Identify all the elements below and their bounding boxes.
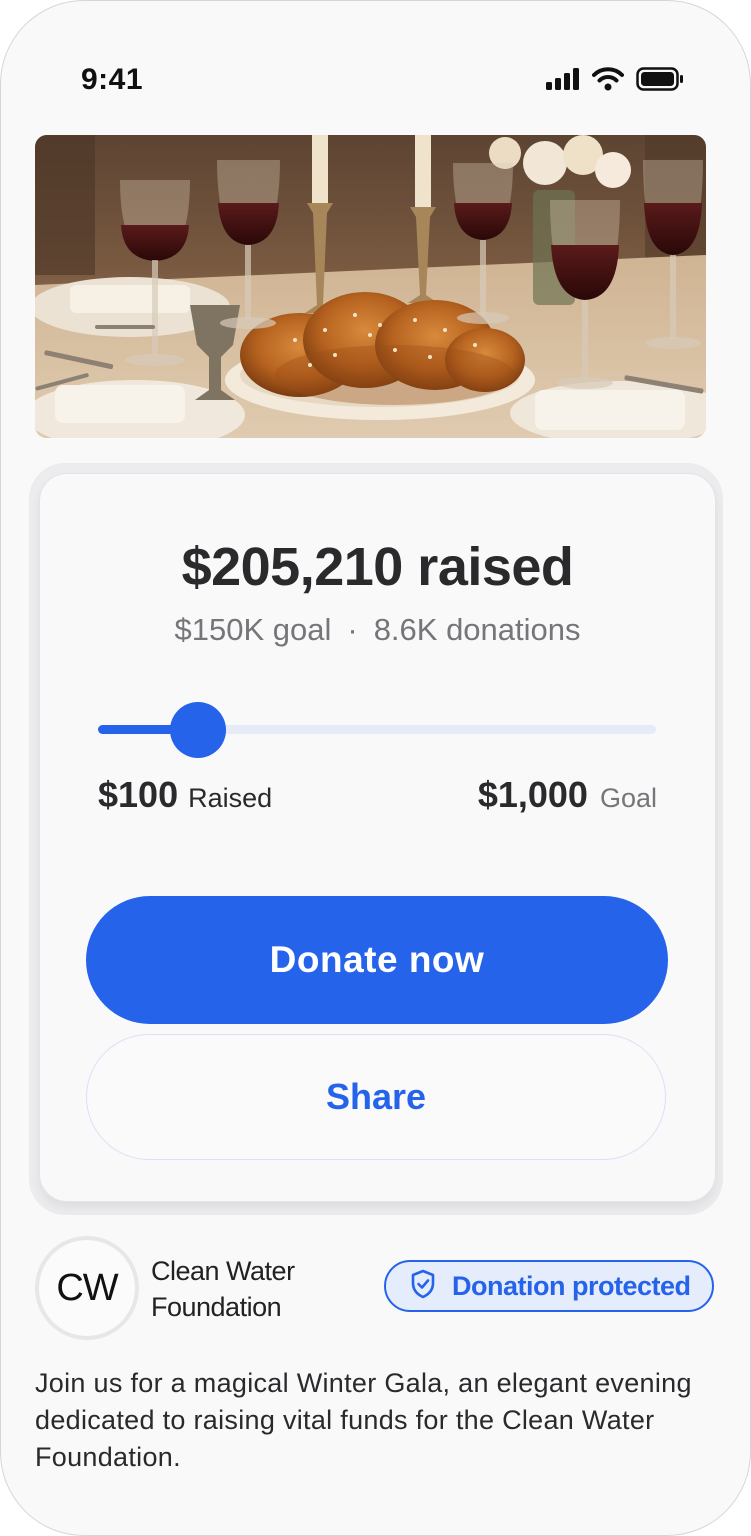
wifi-icon	[592, 67, 624, 91]
badge-label: Donation protected	[452, 1270, 691, 1301]
sabbath-dinner-photo	[35, 135, 706, 438]
donate-now-button[interactable]: Donate now	[86, 896, 668, 1024]
organizer-initials: CW	[56, 1266, 118, 1309]
amount-raised: $205,210 raised	[181, 537, 574, 597]
min-label: Raised	[188, 783, 273, 813]
slider-max: $1,000 Goal	[478, 774, 657, 816]
share-button[interactable]: Share	[86, 1034, 666, 1160]
min-value: $100	[98, 774, 179, 815]
donations-count: 8.6K donations	[373, 612, 581, 647]
slider-min: $100 Raised	[98, 774, 272, 816]
max-value: $1,000	[477, 774, 588, 815]
amount-slider[interactable]	[98, 700, 656, 760]
donation-protected-badge[interactable]: Donation protected	[384, 1260, 714, 1312]
status-icons	[546, 67, 684, 91]
status-time: 9:41	[81, 63, 144, 96]
organizer-name[interactable]: Clean Water Foundation	[151, 1253, 341, 1325]
separator-dot: ·	[347, 612, 358, 647]
organizer-avatar[interactable]: CW	[35, 1236, 139, 1340]
phone-frame: 9:41 $205,210 raised $150K goal · 8.6K d…	[0, 0, 751, 1536]
cellular-signal-icon	[546, 68, 580, 90]
campaign-description: Join us for a magical Winter Gala, an el…	[35, 1368, 692, 1472]
shield-check-icon	[410, 1269, 436, 1304]
campaign-stats: $150K goal · 8.6K donations	[40, 612, 715, 648]
slider-thumb[interactable]	[170, 702, 227, 758]
battery-icon	[636, 67, 684, 91]
max-label: Goal	[599, 783, 657, 813]
hero-image	[35, 135, 706, 438]
donation-card: $205,210 raised $150K goal · 8.6K donation…	[39, 473, 716, 1202]
goal-text: $150K goal	[174, 612, 332, 647]
